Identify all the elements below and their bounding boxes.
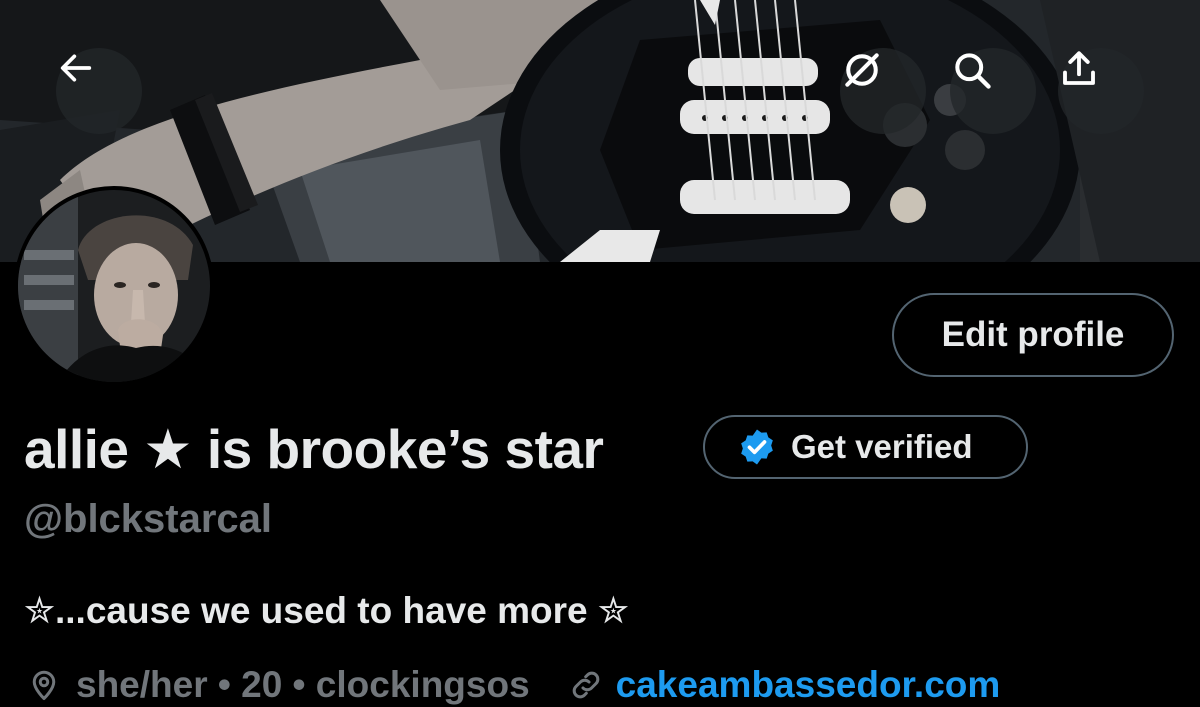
link-icon [572,671,599,699]
grok-slash-circle-icon [845,53,879,87]
profile-bio: ✮...cause we used to have more ✮ [24,590,629,631]
profile-website-link[interactable]: cakeambassedor.com [616,664,1001,706]
profile-page: Edit profile allie ★ is brooke’s star Ge… [0,0,1200,707]
avatar[interactable] [14,186,214,386]
grok-button[interactable] [840,48,926,134]
display-name: allie ★ is brooke’s star [24,418,604,480]
arrow-left-icon [60,54,92,82]
back-button[interactable] [56,48,142,134]
share-upload-icon [1063,51,1095,85]
edit-profile-button[interactable]: Edit profile [892,293,1174,377]
share-button[interactable] [1058,48,1144,134]
profile-location: she/her • 20 • clockingsos [76,664,530,705]
username-handle: @blckstarcal [24,497,273,541]
verified-badge-icon [741,429,773,465]
get-verified-button[interactable]: Get verified [703,415,1028,479]
profile-meta-row: she/her • 20 • clockingsos cakeambassedo… [26,660,1000,707]
avatar-photo [18,190,210,382]
search-button[interactable] [950,48,1036,134]
search-icon [955,53,991,89]
location-pin-icon [32,670,56,700]
get-verified-label: Get verified [791,428,973,465]
